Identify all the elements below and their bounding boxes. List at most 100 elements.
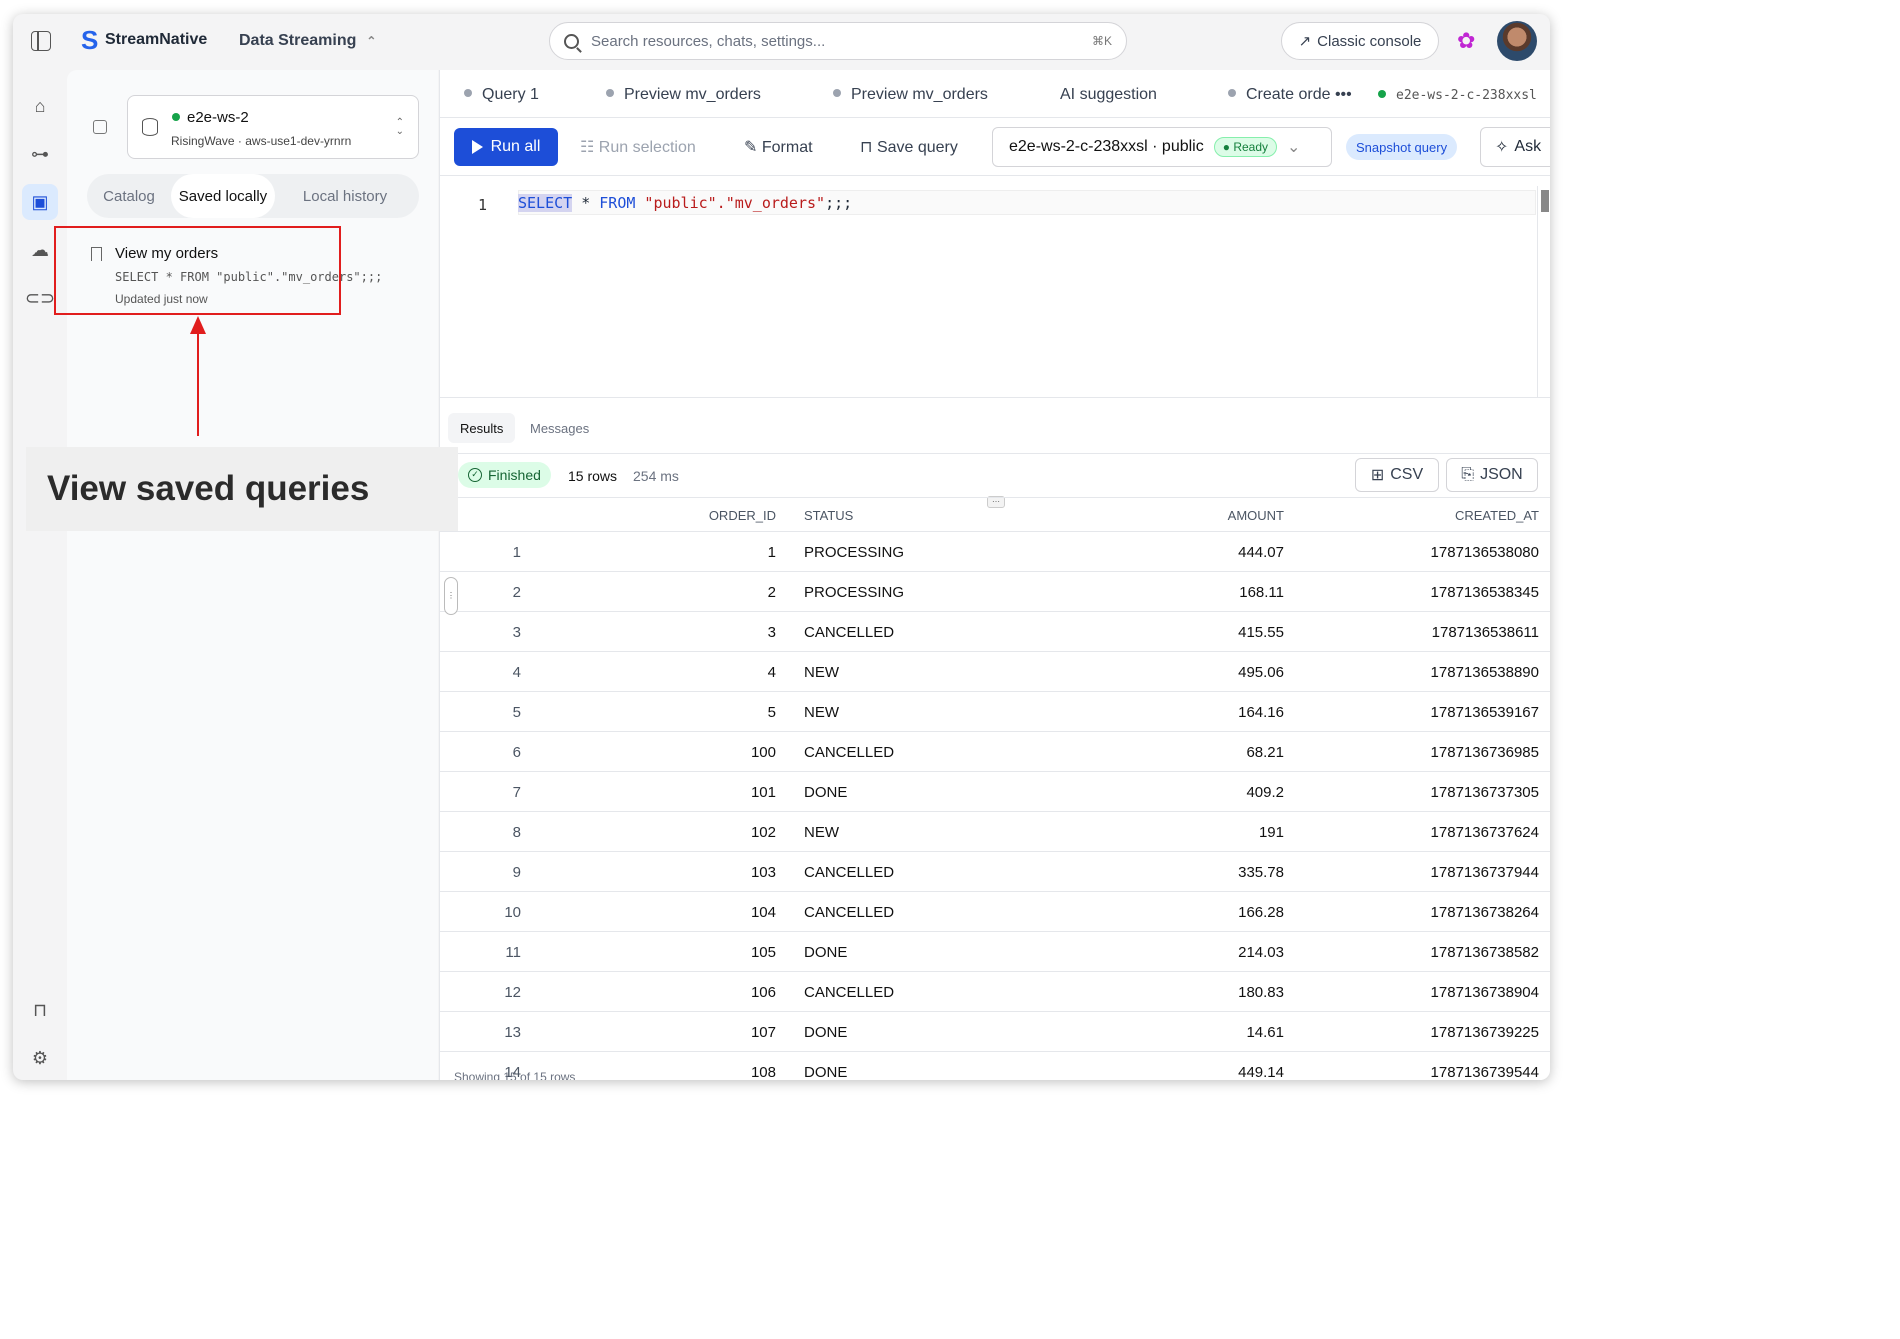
order-id-cell: 102 [750, 824, 776, 841]
amount-cell: 164.16 [1238, 704, 1284, 721]
tab-saved-locally[interactable]: Saved locally [171, 174, 275, 218]
tab-status-dot [464, 88, 472, 97]
run-selection-button[interactable]: ☷ Run selection [580, 137, 696, 157]
amount-cell: 409.2 [1246, 784, 1284, 801]
gear-icon[interactable]: ⚙ [22, 1040, 58, 1076]
column-header[interactable]: ORDER_ID [709, 508, 776, 523]
table-row[interactable]: 1 1 PROCESSING 444.07 1787136538080 [440, 532, 1550, 572]
code-line[interactable]: SELECT * FROM "public"."mv_orders";;; [518, 194, 852, 212]
sql-editor[interactable]: 1 SELECT * FROM "public"."mv_orders";;; … [440, 176, 1550, 508]
run-all-label: Run all [490, 138, 541, 155]
tree-icon[interactable]: ⊶ [22, 136, 58, 172]
cloud-icon[interactable]: ☁ [22, 232, 58, 268]
status-cell: NEW [804, 704, 839, 721]
amount-cell: 166.28 [1238, 904, 1284, 921]
row-index: 13 [504, 1024, 521, 1041]
search-icon [564, 33, 579, 49]
table-row[interactable]: 6 100 CANCELLED 68.21 1787136736985 [440, 732, 1550, 772]
query-tab[interactable]: Create orde ••• [1228, 86, 1352, 104]
query-tab[interactable]: Preview mv_orders [606, 86, 761, 104]
table-row[interactable]: 14 108 DONE 449.14 1787136739544 [440, 1052, 1550, 1080]
row-index: 1 [512, 544, 521, 561]
link-icon[interactable]: ⊂⊃ [22, 280, 58, 316]
table-row[interactable]: 10 104 CANCELLED 166.28 1787136738264 [440, 892, 1550, 932]
save-query-label: Save query [876, 139, 958, 156]
run-all-button[interactable]: Run all [454, 128, 558, 166]
tab-status-dot [833, 88, 841, 97]
row-index: 9 [512, 864, 521, 881]
status-dot [172, 113, 180, 121]
search-placeholder: Search resources, chats, settings... [591, 32, 826, 50]
table-header: ORDER_ID STATUS AMOUNT CREATED_AT [440, 498, 1550, 532]
format-button[interactable]: ✎ Format [744, 137, 813, 157]
arrow-head [190, 316, 206, 334]
order-id-cell: 104 [750, 904, 776, 921]
status-cell: PROCESSING [804, 544, 905, 561]
table-row[interactable]: 5 5 NEW 164.16 1787136539167 [440, 692, 1550, 732]
created-at-cell: 1787136737305 [1430, 784, 1539, 801]
table-row[interactable]: 12 106 CANCELLED 180.83 1787136738904 [440, 972, 1550, 1012]
elapsed-time: 254 ms [633, 468, 679, 484]
query-tab[interactable]: AI suggestion [1060, 86, 1157, 104]
tab-local-history[interactable]: Local history [287, 174, 403, 218]
order-id-cell: 3 [767, 624, 776, 641]
home-icon[interactable]: ⌂ [22, 88, 58, 124]
panel-resize-handle[interactable]: ⋮ [444, 577, 458, 615]
sidebar-toggle-icon[interactable] [31, 31, 51, 51]
tab-catalog[interactable]: Catalog [87, 174, 171, 218]
icon-rail: ⌂ ⊶ ▣ ☁ ⊂⊃ ⊓ ⚙ [13, 70, 67, 1080]
classic-console-button[interactable]: ↗ Classic console [1281, 22, 1439, 60]
query-workspace: Query 1 Preview mv_orders Preview mv_ord… [439, 70, 1550, 1080]
order-id-cell: 4 [767, 664, 776, 681]
sql-console-icon[interactable]: ▣ [22, 184, 58, 220]
query-tab-label: Preview mv_orders [851, 86, 988, 103]
table-row[interactable]: 11 105 DONE 214.03 1787136738582 [440, 932, 1550, 972]
status-cell: CANCELLED [804, 984, 895, 1001]
user-avatar[interactable] [1497, 21, 1537, 61]
query-tab[interactable]: Preview mv_orders [833, 86, 988, 104]
database-icon [142, 118, 158, 136]
connection-tab[interactable]: e2e-ws-2-c-238xxsl [1378, 88, 1537, 103]
snapshot-query-badge[interactable]: Snapshot query [1346, 134, 1458, 160]
table-row[interactable]: 9 103 CANCELLED 335.78 1787136737944 [440, 852, 1550, 892]
book-icon[interactable]: ⊓ [22, 992, 58, 1028]
table-row[interactable]: 7 101 DONE 409.2 1787136737305 [440, 772, 1550, 812]
ready-badge: ● Ready [1213, 137, 1278, 157]
query-tab-label: Create orde ••• [1246, 86, 1352, 103]
status-cell: NEW [804, 824, 839, 841]
column-header[interactable]: STATUS [804, 508, 853, 523]
export-json-button[interactable]: ⎘ JSON [1446, 458, 1538, 492]
query-tab[interactable]: Query 1 [464, 86, 539, 104]
bookmark-icon: ⊓ [860, 139, 877, 156]
tab-messages[interactable]: Messages [518, 413, 601, 443]
table-row[interactable]: 4 4 NEW 495.06 1787136538890 [440, 652, 1550, 692]
collapse-panel-icon[interactable] [93, 120, 107, 134]
tab-results[interactable]: Results [448, 413, 516, 443]
database-selector[interactable]: e2e-ws-2 RisingWave · aws-use1-dev-yrnrn… [127, 95, 419, 159]
order-id-cell: 106 [750, 984, 776, 1001]
amount-cell: 168.11 [1239, 584, 1284, 601]
ask-button[interactable]: ✧ Ask [1480, 127, 1550, 167]
project-switcher[interactable]: Data Streaming ⌃ [239, 32, 376, 50]
table-row[interactable]: 2 2 PROCESSING 168.11 1787136538345 [440, 572, 1550, 612]
row-index: 12 [504, 984, 521, 1001]
brand-logo[interactable]: S StreamNative [81, 27, 207, 53]
table-row[interactable]: 8 102 NEW 191 1787136737624 [440, 812, 1550, 852]
save-query-button[interactable]: ⊓ Save query [860, 137, 958, 157]
created-at-cell: 1787136738264 [1430, 904, 1539, 921]
column-header[interactable]: CREATED_AT [1455, 508, 1539, 523]
connection-select[interactable]: e2e-ws-2-c-238xxsl · public ● Ready ⌄ [992, 127, 1332, 167]
query-tab-label: Preview mv_orders [624, 86, 761, 103]
streamnative-logo-icon: S [81, 25, 99, 55]
editor-scrollbar[interactable] [1537, 186, 1550, 398]
run-selection-label: Run selection [598, 139, 696, 156]
table-row[interactable]: 13 107 DONE 14.61 1787136739225 [440, 1012, 1550, 1052]
column-header[interactable]: AMOUNT [1228, 508, 1284, 523]
export-csv-button[interactable]: ⊞ CSV [1355, 458, 1439, 492]
search-shortcut: ⌘K [1091, 34, 1112, 48]
play-icon [471, 140, 483, 154]
ai-assistant-icon[interactable]: ✿ [1457, 30, 1475, 52]
row-index: 3 [512, 624, 521, 641]
table-row[interactable]: 3 3 CANCELLED 415.55 1787136538611 [440, 612, 1550, 652]
global-search[interactable]: Search resources, chats, settings... ⌘K [549, 22, 1127, 60]
